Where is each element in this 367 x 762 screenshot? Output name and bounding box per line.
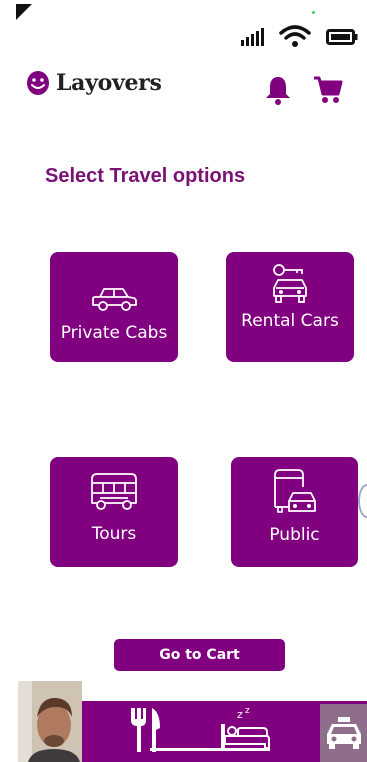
- rental-cars-label: Rental Cars: [241, 311, 339, 331]
- private-cabs-label: Private Cabs: [60, 323, 168, 343]
- floating-handle[interactable]: [358, 484, 367, 518]
- wifi-icon: [279, 25, 311, 47]
- camera-indicator-dot: [312, 11, 315, 14]
- app-name: Layovers: [56, 70, 162, 96]
- private-cabs-button[interactable]: Private Cabs: [50, 252, 178, 362]
- dining-icon[interactable]: [128, 706, 162, 754]
- public-transit-label: Public: [269, 525, 320, 545]
- car-icon: [92, 288, 137, 311]
- tours-button[interactable]: Tours: [50, 457, 178, 567]
- sleep-icon[interactable]: z z: [219, 702, 271, 750]
- tours-label: Tours: [91, 524, 137, 544]
- app-logo[interactable]: Layovers: [26, 70, 162, 96]
- public-transit-icon: [273, 469, 316, 513]
- cart-icon[interactable]: [313, 75, 343, 105]
- taxi-icon: [326, 717, 361, 749]
- bell-icon[interactable]: [262, 74, 294, 106]
- bottom-nav-divider: [150, 748, 270, 751]
- corner-mark: [16, 4, 32, 20]
- svg-text:z: z: [237, 708, 243, 721]
- smiley-logo-icon: [27, 71, 49, 95]
- svg-text:z: z: [245, 706, 250, 716]
- taxi-tab[interactable]: [320, 704, 367, 762]
- user-avatar: [18, 681, 82, 762]
- user-photo-icon: [18, 681, 82, 762]
- public-transit-button[interactable]: Public: [231, 457, 358, 567]
- tour-bus-icon: [91, 473, 137, 510]
- section-title: Select Travel options: [45, 165, 246, 187]
- battery-icon: [326, 29, 358, 45]
- rental-cars-button[interactable]: Rental Cars: [226, 252, 354, 362]
- car-key-icon: [273, 264, 307, 303]
- cellular-signal-icon: [241, 28, 264, 46]
- go-to-cart-button[interactable]: Go to Cart: [114, 639, 285, 671]
